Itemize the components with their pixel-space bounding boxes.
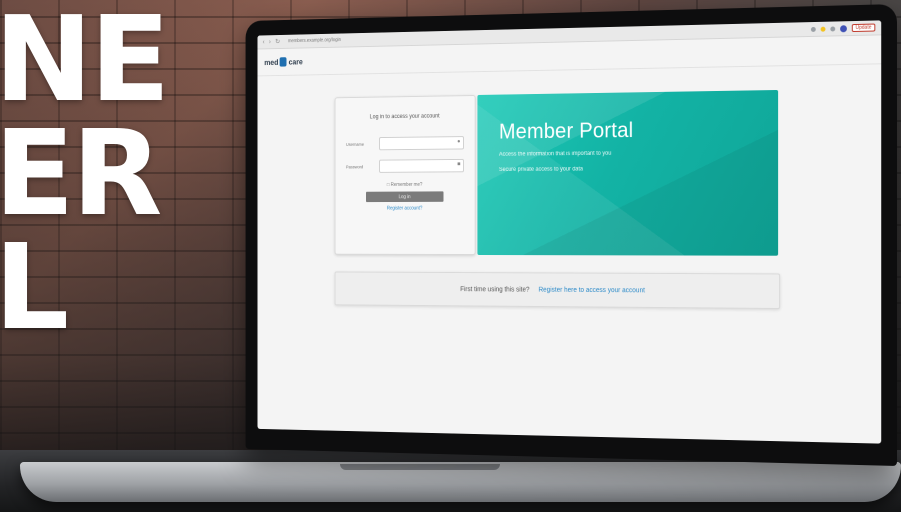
bookmark-star-icon[interactable] xyxy=(820,26,826,32)
username-label: Username xyxy=(345,141,365,147)
overlay-line-1: NE xyxy=(0,0,170,128)
login-card: Log in to access your account Username ●… xyxy=(334,95,476,255)
site-logo[interactable]: med care xyxy=(264,57,303,67)
portal-tagline-2: Secure private access to your data xyxy=(498,166,584,173)
laptop-base xyxy=(20,462,901,502)
reload-icon[interactable]: ↻ xyxy=(275,38,280,45)
overlay-headline: NE ER L xyxy=(0,0,170,356)
user-icon: ● xyxy=(457,138,461,145)
laptop-notch xyxy=(340,464,500,470)
first-time-text: First time using this site? xyxy=(460,285,530,293)
logo-text-right: care xyxy=(288,57,303,66)
portal-tagline-1: Access the information that is important… xyxy=(498,150,612,158)
password-label: Password xyxy=(345,164,364,169)
forward-icon[interactable]: › xyxy=(269,38,271,45)
remember-me-checkbox[interactable]: □ Remember me? xyxy=(346,182,464,188)
login-button[interactable]: Log in xyxy=(365,191,444,203)
menu-dots-icon[interactable] xyxy=(830,25,836,32)
register-here-link[interactable]: Register here to access your account xyxy=(539,286,645,293)
portal-title: Member Portal xyxy=(498,117,634,144)
logo-mark-icon xyxy=(280,57,287,67)
back-icon[interactable]: ‹ xyxy=(263,39,265,46)
laptop-lid: ‹ › ↻ members.example.org/login Update m… xyxy=(245,4,898,466)
username-row: Username ● xyxy=(346,136,464,151)
update-button[interactable]: Update xyxy=(851,23,876,33)
overlay-line-3: L xyxy=(0,218,69,356)
lock-icon: ■ xyxy=(457,161,461,168)
member-portal-banner: Member Portal Access the information tha… xyxy=(477,89,779,256)
logo-text-left: med xyxy=(264,57,279,67)
password-row: Password ■ xyxy=(345,158,464,173)
laptop-screen: ‹ › ↻ members.example.org/login Update m… xyxy=(257,20,882,444)
username-input[interactable]: ● xyxy=(379,136,464,151)
extension-icon[interactable] xyxy=(810,26,816,32)
password-input[interactable]: ■ xyxy=(379,158,464,173)
login-title: Log in to access your account xyxy=(369,113,440,121)
register-account-link[interactable]: Register account? xyxy=(346,206,464,212)
page-content: Log in to access your account Username ●… xyxy=(257,64,881,443)
remember-label: Remember me? xyxy=(390,182,423,188)
profile-avatar[interactable] xyxy=(839,24,847,32)
overlay-line-2: ER xyxy=(0,104,162,242)
first-time-bar: First time using this site? Register her… xyxy=(334,271,781,310)
